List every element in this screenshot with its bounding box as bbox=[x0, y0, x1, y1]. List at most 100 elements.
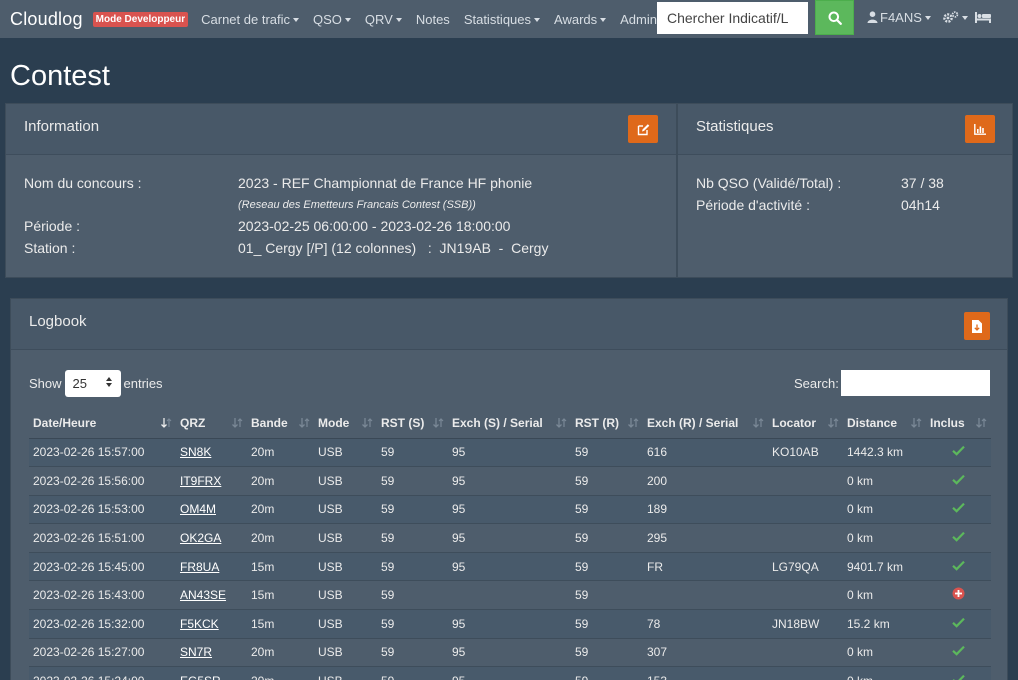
view-stats-button[interactable] bbox=[965, 115, 995, 143]
cell-mode: USB bbox=[314, 437, 377, 467]
brand-logo[interactable]: Cloudlog bbox=[10, 9, 83, 30]
nav-item-2[interactable]: QRV bbox=[358, 12, 409, 27]
column-header[interactable]: Exch (R) / Serial bbox=[643, 409, 768, 439]
callsign-search-input[interactable] bbox=[657, 2, 808, 34]
statistics-card-header: Statistiques bbox=[678, 104, 1012, 155]
column-header[interactable]: Bande bbox=[247, 409, 314, 439]
table-row[interactable]: 2023-02-26 15:27:00 SN7R 20m USB 59 95 59 307 0 … bbox=[29, 637, 991, 667]
cell-rst-r: 59 bbox=[571, 466, 643, 496]
sort-icon bbox=[362, 418, 373, 428]
column-header[interactable]: Distance bbox=[843, 409, 926, 439]
user-icon bbox=[867, 11, 878, 23]
activity-period-label: Période d'activité : bbox=[696, 197, 810, 213]
information-card: Information Nom du concours : 2023 - REF… bbox=[5, 103, 677, 278]
cell-qrz: OM4M bbox=[176, 494, 247, 524]
column-header-label: Exch (S) / Serial bbox=[452, 416, 543, 431]
cell-date: 2023-02-26 15:51:00 bbox=[29, 523, 176, 553]
file-export-icon bbox=[972, 319, 982, 333]
callsign-link[interactable]: SN7R bbox=[180, 645, 212, 659]
column-header[interactable]: Locator bbox=[768, 409, 843, 439]
column-header-label: Locator bbox=[772, 416, 817, 431]
table-search-input[interactable] bbox=[841, 370, 990, 396]
circle-plus-icon bbox=[952, 587, 965, 600]
logout-link[interactable] bbox=[975, 0, 991, 34]
table-row[interactable]: 2023-02-26 15:56:00 IT9FRX 20m USB 59 95 59 200… bbox=[29, 466, 991, 496]
cell-distance: 0 km bbox=[843, 523, 926, 553]
table-row[interactable]: 2023-02-26 15:24:00EG5SR20mUSB5995591530… bbox=[29, 666, 991, 680]
cell-rst-r: 59 bbox=[571, 494, 643, 524]
edit-icon bbox=[637, 123, 649, 135]
export-logbook-button[interactable] bbox=[964, 312, 990, 340]
column-header[interactable]: Mode bbox=[314, 409, 377, 439]
column-header[interactable]: Date/Heure bbox=[29, 409, 176, 439]
cell-exch-s: 95 bbox=[448, 523, 571, 553]
cell-exch-s: 95 bbox=[448, 666, 571, 680]
callsign-link[interactable]: OK2GA bbox=[180, 531, 221, 545]
callsign-link[interactable]: EG5SR bbox=[180, 674, 221, 680]
edit-contest-button[interactable] bbox=[628, 115, 658, 143]
statistics-card: Statistiques Nb QSO (Validé/Total) : 37 … bbox=[677, 103, 1013, 278]
check-icon bbox=[952, 646, 965, 657]
callsign-link[interactable]: OM4M bbox=[180, 502, 216, 516]
cell-exch-s: 95 bbox=[448, 437, 571, 467]
check-icon bbox=[952, 474, 965, 485]
logbook-table: Date/Heure QRZ Bande Mode RST (S) Exch (S) / … bbox=[29, 409, 991, 680]
column-header[interactable]: RST (S) bbox=[377, 409, 448, 439]
nav-item-3[interactable]: Notes bbox=[409, 12, 457, 27]
user-menu[interactable]: F4ANS bbox=[860, 0, 938, 34]
page-length-select[interactable]: 25 bbox=[64, 370, 121, 397]
cell-locator bbox=[768, 637, 843, 667]
cell-distance: 1442.3 km bbox=[843, 437, 926, 467]
chevron-down-icon bbox=[344, 17, 351, 22]
callsign-link[interactable]: FR8UA bbox=[180, 560, 219, 574]
table-row[interactable]: 2023-02-26 15:43:00 AN43SE 15m USB 59 59 0 km bbox=[29, 580, 991, 610]
cell-rst-r: 59 bbox=[571, 637, 643, 667]
callsign-link[interactable]: IT9FRX bbox=[180, 474, 221, 488]
cell-mode: USB bbox=[314, 666, 377, 680]
column-header[interactable]: QRZ bbox=[176, 409, 247, 439]
cell-locator: JN18BW bbox=[768, 609, 843, 639]
column-header-label: Date/Heure bbox=[33, 416, 97, 431]
cell-mode: USB bbox=[314, 466, 377, 496]
callsign-link[interactable]: SN8K bbox=[180, 445, 211, 459]
table-row[interactable]: 2023-02-26 15:32:00 F5KCK 15m USB 59 95 59 78 JN… bbox=[29, 609, 991, 639]
column-header[interactable]: Inclus bbox=[926, 409, 991, 439]
cell-included bbox=[926, 494, 991, 524]
column-header-label: Bande bbox=[251, 416, 288, 431]
cell-qrz: SN8K bbox=[176, 437, 247, 467]
cell-rst-r: 59 bbox=[571, 609, 643, 639]
table-row[interactable]: 2023-02-26 15:57:00 SN8K 20m USB 59 95 59 616 KO… bbox=[29, 437, 991, 467]
table-row[interactable]: 2023-02-26 15:53:00 OM4M 20m USB 59 95 59 189 0 … bbox=[29, 494, 991, 524]
cell-distance: 0 km bbox=[843, 466, 926, 496]
search-button[interactable] bbox=[815, 0, 854, 35]
nav-item-5[interactable]: Awards bbox=[547, 12, 613, 27]
table-row[interactable]: 2023-02-26 15:45:00 FR8UA 15m USB 59 95 59 FR LG… bbox=[29, 551, 991, 581]
nav-item-1[interactable]: QSO bbox=[306, 12, 358, 27]
nav-item-4[interactable]: Statistiques bbox=[457, 12, 547, 27]
nav-item-0[interactable]: Carnet de trafic bbox=[194, 12, 306, 27]
cell-exch-s bbox=[448, 580, 571, 610]
cell-date: 2023-02-26 15:32:00 bbox=[29, 609, 176, 639]
table-row[interactable]: 2023-02-26 15:51:00 OK2GA 20m USB 59 95 59 295 0… bbox=[29, 523, 991, 553]
cell-locator bbox=[768, 494, 843, 524]
callsign-link[interactable]: AN43SE bbox=[180, 588, 226, 602]
page-length-value: 25 bbox=[72, 376, 87, 391]
cell-rst-s: 59 bbox=[377, 609, 448, 639]
cell-exch-s: 95 bbox=[448, 551, 571, 581]
settings-menu[interactable] bbox=[936, 0, 975, 34]
check-icon bbox=[952, 446, 965, 457]
cell-locator bbox=[768, 466, 843, 496]
cell-distance: 0 km bbox=[843, 637, 926, 667]
cell-rst-r: 59 bbox=[571, 666, 643, 680]
cell-rst-s: 59 bbox=[377, 466, 448, 496]
column-header-label: Inclus bbox=[930, 416, 965, 431]
contest-subtitle: (Reseau des Emetteurs Francais Contest (… bbox=[238, 199, 476, 211]
cell-exch-r: 78 bbox=[643, 609, 768, 639]
cell-qrz: OK2GA bbox=[176, 523, 247, 553]
nav-item-label: QRV bbox=[364, 11, 393, 27]
callsign-link[interactable]: F5KCK bbox=[180, 617, 219, 631]
nav-menu: Carnet de trafic QSO QRV Notes Statistiques A… bbox=[194, 12, 673, 27]
column-header[interactable]: Exch (S) / Serial bbox=[448, 409, 571, 439]
column-header[interactable]: RST (R) bbox=[571, 409, 643, 439]
cell-exch-r: 307 bbox=[643, 637, 768, 667]
